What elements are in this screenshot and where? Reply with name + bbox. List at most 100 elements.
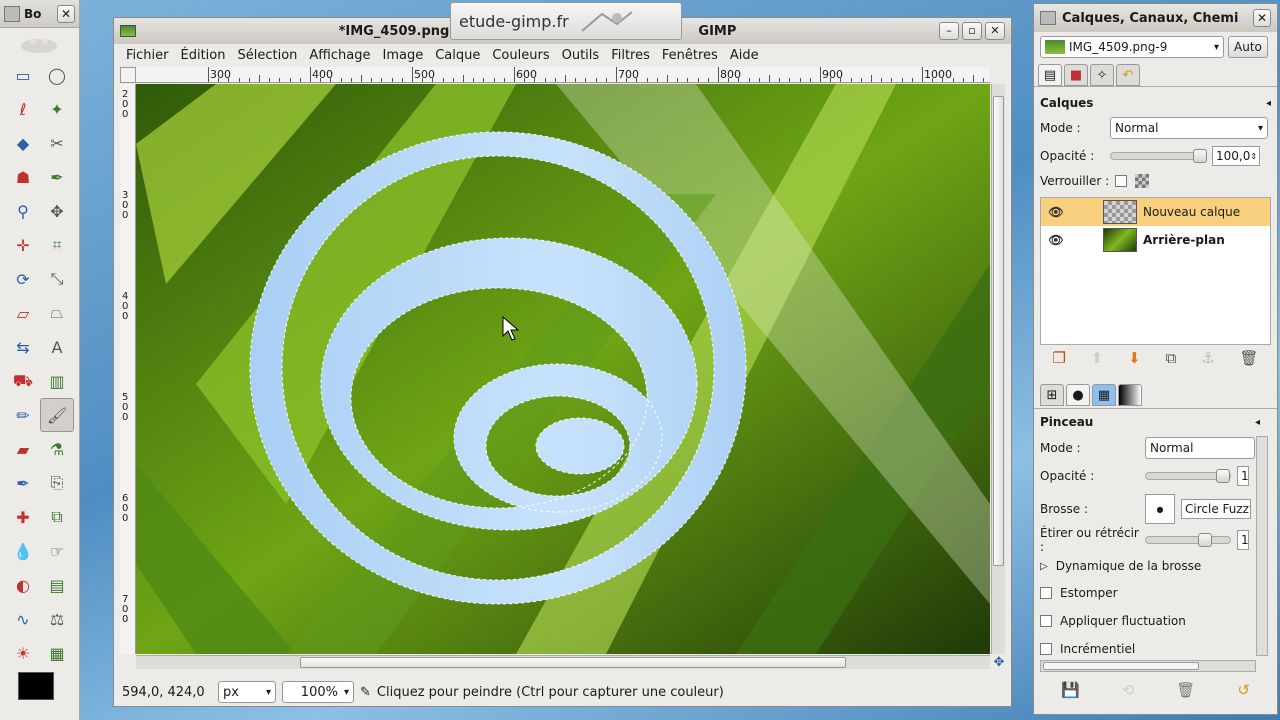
shear-icon[interactable]: ▱	[6, 296, 40, 330]
save-options-icon[interactable]: 💾	[1061, 681, 1080, 699]
bucket-fill-icon[interactable]: ⛟	[6, 364, 40, 398]
dynamics-expander-icon[interactable]: ▷	[1040, 561, 1048, 572]
magic-wand-icon[interactable]: ✦	[40, 92, 74, 126]
layers-panel-menu-icon[interactable]: ◂	[1266, 98, 1271, 109]
tab-patterns-icon[interactable]: ▦	[1092, 384, 1116, 406]
layer-row[interactable]: 👁 Nouveau calque	[1041, 198, 1270, 226]
brush-option-row[interactable]: Estomper	[1034, 579, 1264, 607]
tab-undo-icon[interactable]: ↶	[1116, 64, 1140, 86]
menu-10[interactable]: Aide	[724, 48, 765, 63]
brush-option-checkbox[interactable]	[1040, 615, 1052, 627]
clone-icon[interactable]: ⎘	[40, 466, 74, 500]
gradient-icon[interactable]: ▥	[40, 364, 74, 398]
image-canvas[interactable]	[136, 84, 990, 654]
brush-preview-button[interactable]: ●	[1145, 494, 1175, 524]
foreground-color-swatch[interactable]	[18, 672, 54, 700]
unit-select[interactable]: px ▾	[218, 681, 276, 703]
menu-2[interactable]: Sélection	[231, 48, 303, 63]
vertical-ruler[interactable]: 200 300 400 500 600 700	[120, 84, 136, 654]
move-icon[interactable]: ✥	[40, 194, 74, 228]
horizontal-ruler[interactable]: 300 400 500 600 700 800 900 1000	[136, 67, 990, 83]
crop-icon[interactable]: ⌗	[40, 228, 74, 262]
lower-layer-icon[interactable]: ⬇	[1128, 349, 1141, 367]
layer-opacity-slider[interactable]	[1110, 149, 1207, 163]
restore-options-icon[interactable]: ⟲	[1122, 681, 1135, 699]
pencil-icon[interactable]: ✏	[6, 398, 40, 432]
layer-visibility-eye-icon[interactable]: 👁	[1041, 233, 1071, 247]
brush-option-checkbox[interactable]	[1040, 643, 1052, 655]
color-picker-icon[interactable]: ⚲	[6, 194, 40, 228]
menu-0[interactable]: Fichier	[120, 48, 175, 63]
delete-options-icon[interactable]: 🗑	[1176, 681, 1195, 699]
scissors-icon[interactable]: ✂	[40, 126, 74, 160]
tab-gradients-icon[interactable]	[1118, 384, 1142, 406]
layer-mode-select[interactable]: Normal ▾	[1110, 117, 1268, 139]
foreground-select-icon[interactable]: ☗	[6, 160, 40, 194]
navigate-icon[interactable]: ✥	[992, 656, 1006, 670]
vertical-scrollbar[interactable]	[991, 84, 1005, 654]
select-by-color-icon[interactable]: ◆	[6, 126, 40, 160]
rect-select-icon[interactable]: ▭	[6, 58, 40, 92]
brush-opacity-spin[interactable]: 1	[1237, 466, 1249, 486]
ellipse-select-icon[interactable]: ◯	[40, 58, 74, 92]
layer-opacity-spin[interactable]: 100,0 ⇕	[1212, 146, 1260, 166]
flip-icon[interactable]: ⇆	[6, 330, 40, 364]
toolbox-close-button[interactable]: ✕	[57, 4, 75, 23]
perspective-icon[interactable]: ⏢	[40, 296, 74, 330]
menu-9[interactable]: Fenêtres	[656, 48, 724, 63]
lasso-icon[interactable]: ℓ	[6, 92, 40, 126]
levels-icon[interactable]: ▤	[40, 568, 74, 602]
options-hscrollbar[interactable]	[1040, 660, 1256, 672]
menu-8[interactable]: Filtres	[605, 48, 656, 63]
new-layer-icon[interactable]: ❐	[1052, 349, 1065, 367]
options-scrollbar[interactable]	[1256, 436, 1268, 656]
rotate-icon[interactable]: ⟳	[6, 262, 40, 296]
scale-icon[interactable]: ⤡	[40, 262, 74, 296]
brush-scale-spin[interactable]: 1	[1237, 530, 1249, 550]
brush-opacity-slider[interactable]	[1145, 469, 1231, 483]
brush-scale-knob[interactable]	[1198, 533, 1212, 547]
delete-layer-icon[interactable]: 🗑	[1240, 349, 1259, 367]
curves-icon[interactable]: ∿	[6, 602, 40, 636]
brush-opacity-knob[interactable]	[1216, 469, 1230, 483]
duplicate-layer-icon[interactable]: ⧉	[1166, 349, 1177, 367]
menu-5[interactable]: Calque	[429, 48, 486, 63]
image-select[interactable]: IMG_4509.png-9 ▾	[1040, 36, 1224, 58]
tab-device-status-icon[interactable]: ⊞	[1040, 384, 1064, 406]
dock-menu-icon[interactable]	[1040, 11, 1056, 25]
layer-opacity-knob[interactable]	[1193, 149, 1207, 163]
dodge-burn-icon[interactable]: ◐	[6, 568, 40, 602]
menu-1[interactable]: Édition	[175, 48, 232, 63]
perspective-clone-icon[interactable]: ⧉	[40, 500, 74, 534]
dock-close-button[interactable]: ✕	[1253, 9, 1271, 27]
minimize-button[interactable]: –	[939, 22, 959, 40]
menu-6[interactable]: Couleurs	[486, 48, 555, 63]
close-button[interactable]: ✕	[985, 22, 1005, 40]
tab-layers-icon[interactable]: ▤	[1038, 64, 1062, 86]
dynamics-expander[interactable]: Dynamique de la brosse	[1056, 559, 1202, 573]
brush-option-checkbox[interactable]	[1040, 587, 1052, 599]
layer-row[interactable]: 👁 Arrière-plan	[1041, 226, 1270, 254]
menu-3[interactable]: Affichage	[303, 48, 376, 63]
vertical-scroll-thumb[interactable]	[993, 96, 1004, 566]
ruler-corner-button[interactable]	[120, 67, 136, 83]
horizontal-scroll-thumb[interactable]	[300, 657, 846, 668]
airbrush-icon[interactable]: ⚗	[40, 432, 74, 466]
color-balance-icon[interactable]: ⚖	[40, 602, 74, 636]
tab-paths-icon[interactable]: ✧	[1090, 64, 1114, 86]
anchor-layer-icon[interactable]: ⚓	[1201, 349, 1214, 367]
blur-icon[interactable]: 💧	[6, 534, 40, 568]
image-window-icon[interactable]	[120, 25, 136, 37]
maximize-button[interactable]: ▫	[962, 22, 982, 40]
zoom-select[interactable]: 100% ▾	[282, 681, 354, 703]
layer-visibility-eye-icon[interactable]: 👁	[1041, 205, 1071, 219]
lock-alpha-checkbox[interactable]	[1115, 175, 1128, 187]
brightness-icon[interactable]: ☀	[6, 636, 40, 670]
reset-options-icon[interactable]: ↺	[1237, 681, 1250, 699]
menu-7[interactable]: Outils	[556, 48, 606, 63]
align-icon[interactable]: ✛	[6, 228, 40, 262]
layer-list[interactable]: 👁 Nouveau calque 👁 Arrière-plan	[1040, 197, 1271, 345]
brush-option-row[interactable]: Incrémentiel	[1034, 635, 1264, 663]
auto-button[interactable]: Auto	[1228, 36, 1268, 58]
heal-icon[interactable]: ✚	[6, 500, 40, 534]
